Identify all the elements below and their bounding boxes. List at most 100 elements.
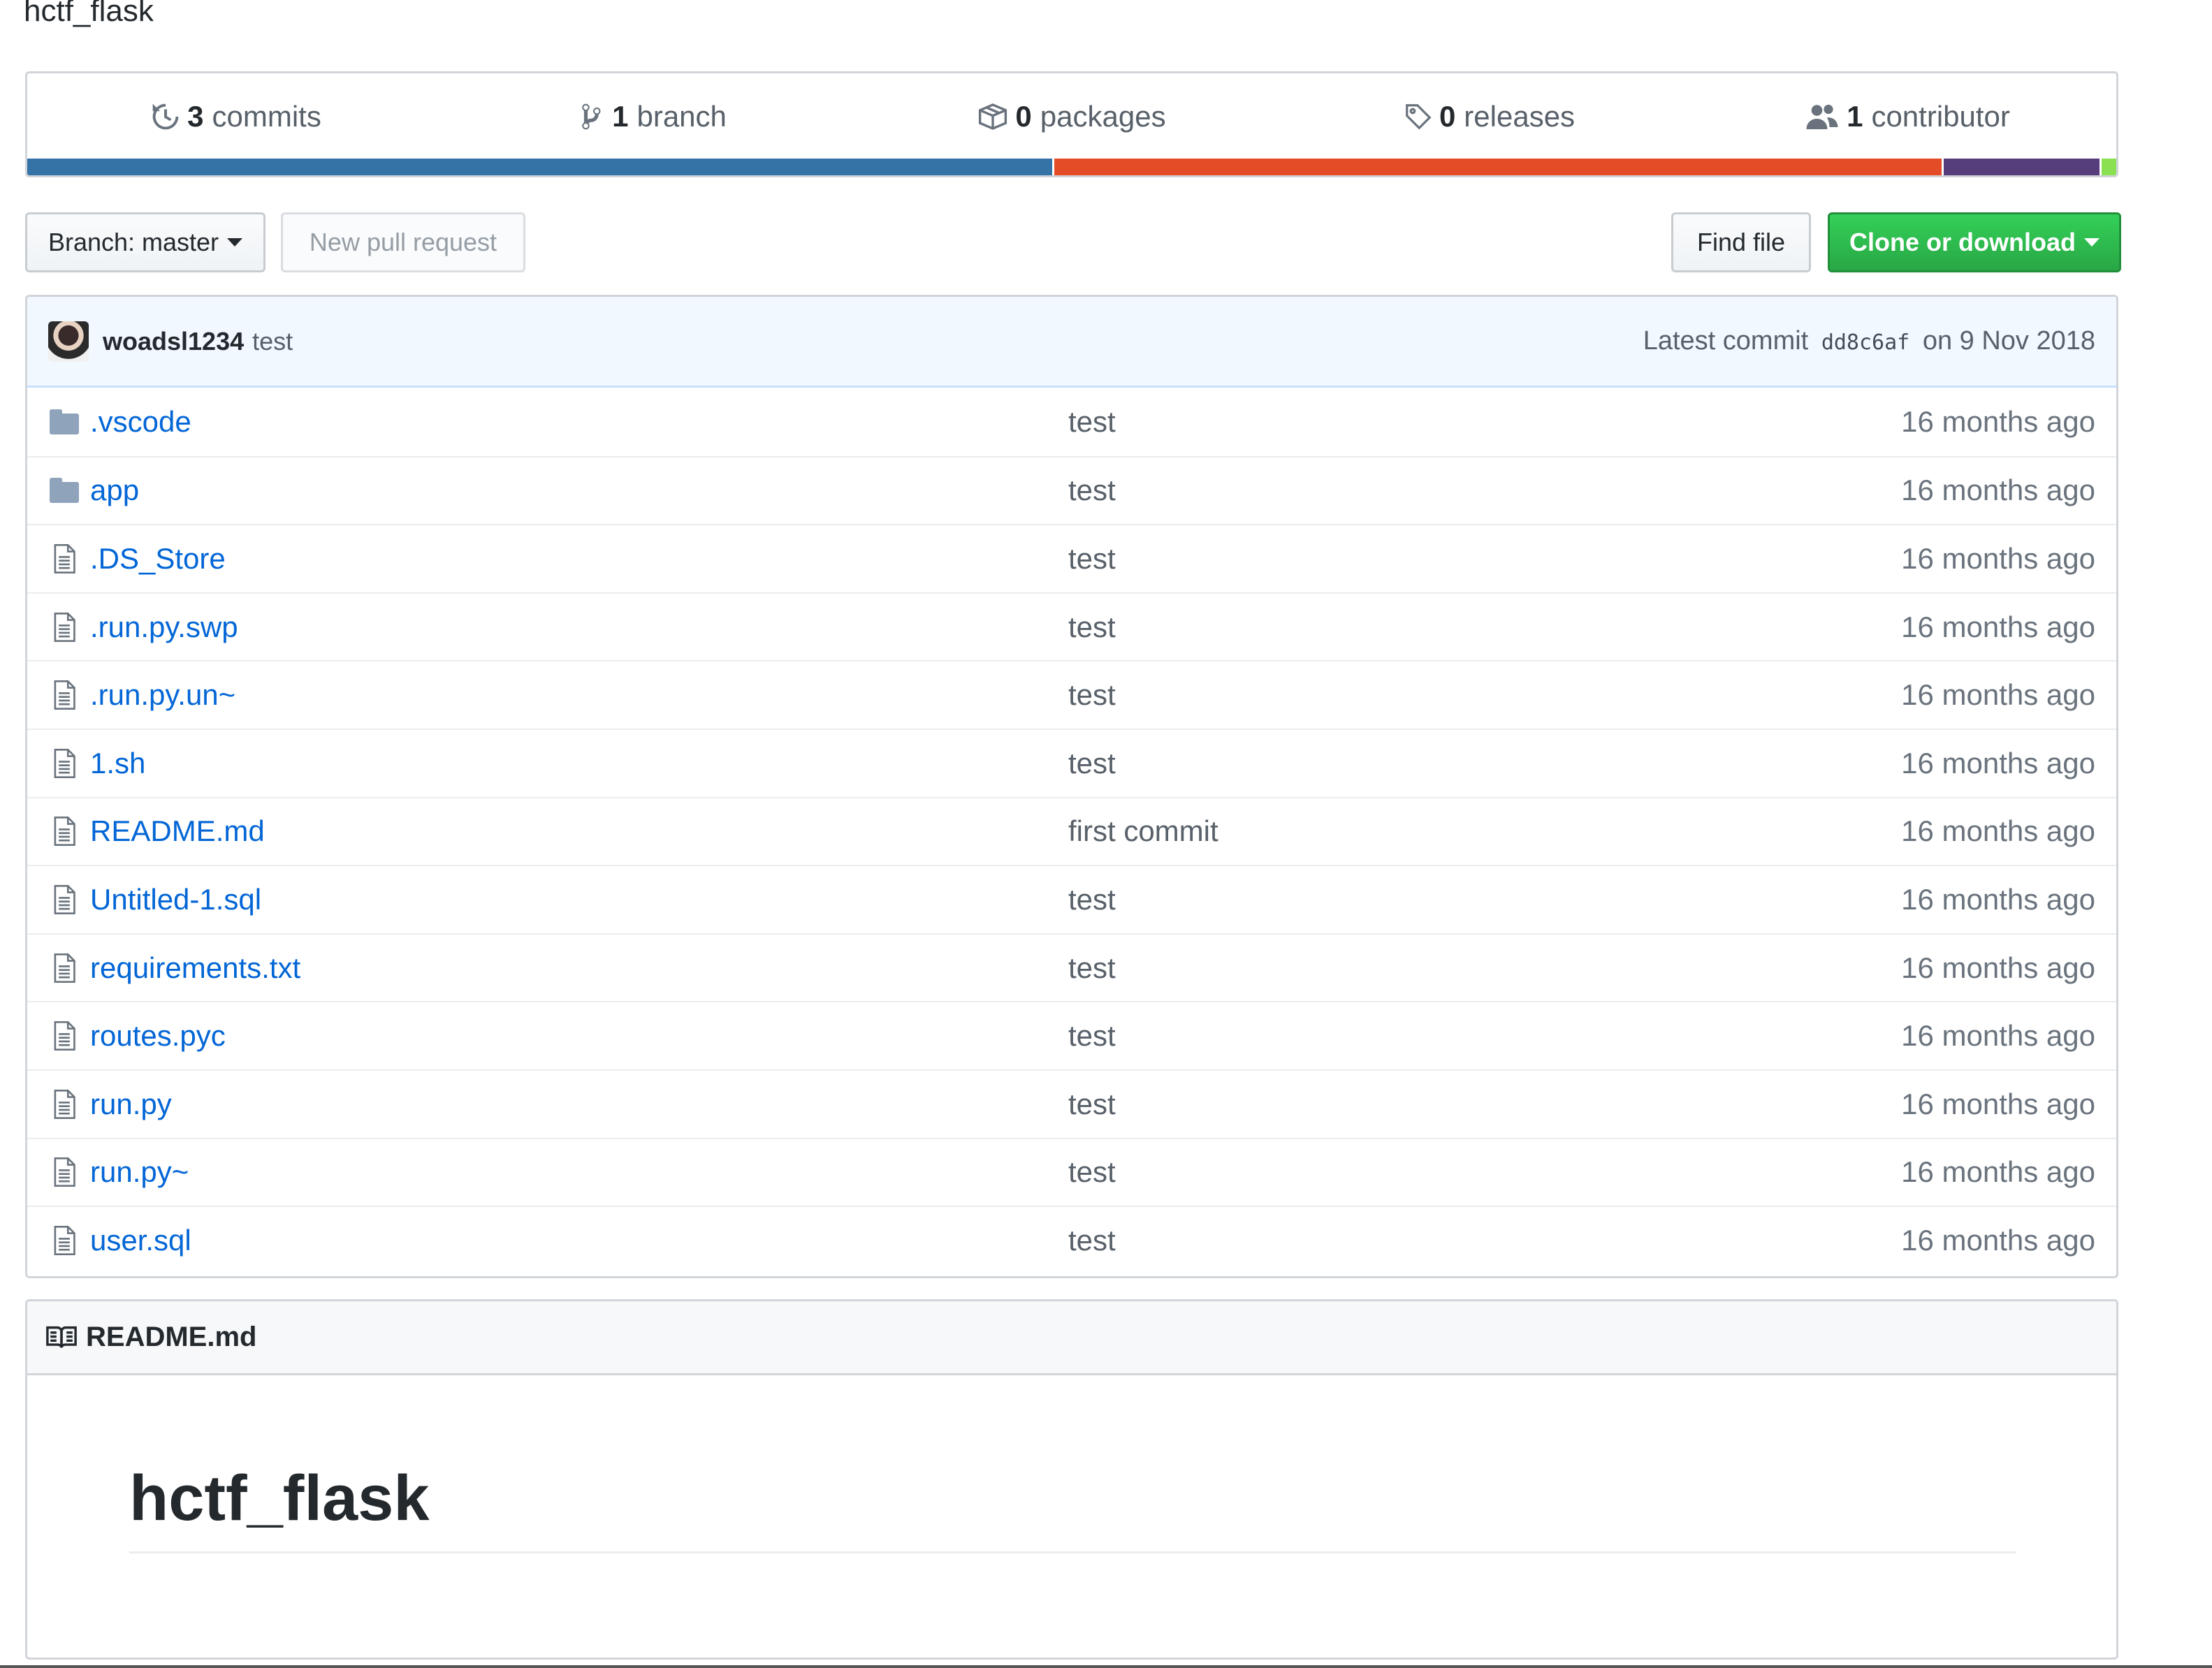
avatar[interactable] [48,321,89,362]
table-row: .vscode test 16 months ago [27,388,2116,456]
readme-heading: hctf_flask [129,1456,2016,1553]
clone-download-label: Clone or download [1849,228,2076,256]
repo-summary: 3 commits 1 branch 0 packages 0 releases [25,71,2118,177]
file-commit-message-link[interactable]: test [1068,678,1901,712]
package-icon [977,102,1008,131]
latest-commit-bar: woadsl1234 test Latest commit dd8c6af on… [27,297,2116,388]
file-commit-age: 16 months ago [1901,814,2095,848]
commit-date: on 9 Nov 2018 [1922,326,2095,356]
branches-label: branch [636,100,727,133]
commit-sha-link[interactable]: dd8c6af [1821,330,1909,355]
latest-commit-prefix: Latest commit [1643,326,1809,356]
new-pull-request-button[interactable]: New pull request [281,212,525,272]
git-branch-icon [581,102,605,131]
branch-select-button[interactable]: Branch: master [25,212,265,272]
people-icon [1805,102,1840,131]
file-commit-age: 16 months ago [1901,1087,2095,1120]
caret-down-icon [2083,238,2100,247]
readme-header: README.md [27,1301,2116,1375]
table-row: Untitled-1.sql test 16 months ago [27,865,2116,933]
latest-commit-info: Latest commit dd8c6af on 9 Nov 2018 [1643,326,2095,356]
file-commit-message-link[interactable]: test [1068,883,1901,916]
contributors-link[interactable]: 1 contributor [1698,100,2116,133]
file-icon [48,1225,80,1255]
file-name-link[interactable]: .vscode [90,405,1068,439]
folder-icon [48,409,80,434]
table-row: app test 16 months ago [27,455,2116,525]
file-name-link[interactable]: run.py [90,1088,1068,1121]
commits-label: commits [212,100,321,133]
file-commit-message-link[interactable]: test [1068,405,1901,439]
packages-link[interactable]: 0 packages [863,100,1281,133]
file-commit-message-link[interactable]: test [1068,1224,1901,1257]
file-name-link[interactable]: routes.pyc [90,1019,1068,1053]
table-row: 1.sh test 16 months ago [27,728,2116,797]
packages-count: 0 [1015,100,1032,133]
file-commit-message-link[interactable]: test [1068,747,1901,780]
find-file-button[interactable]: Find file [1671,212,1811,272]
branches-link[interactable]: 1 branch [445,100,863,133]
file-icon [48,884,80,914]
file-commit-age: 16 months ago [1901,746,2095,780]
file-icon [48,748,80,778]
file-commit-age: 16 months ago [1901,678,2095,712]
file-commit-message-link[interactable]: test [1068,610,1901,644]
file-name-link[interactable]: app [90,474,1068,507]
language-bar-segment[interactable] [1054,159,1944,175]
file-icon [48,680,80,710]
file-commit-message-link[interactable]: first commit [1068,814,1901,848]
caret-down-icon [227,238,243,247]
file-icon [48,817,80,847]
language-bar-segment[interactable] [2102,159,2116,175]
file-commit-message-link[interactable]: test [1068,951,1901,985]
releases-link[interactable]: 0 releases [1281,100,1698,133]
releases-count: 0 [1439,100,1456,133]
file-commit-age: 16 months ago [1901,541,2095,575]
file-name-link[interactable]: .run.py.swp [90,610,1068,644]
language-bar[interactable] [27,159,2116,175]
file-name-link[interactable]: .DS_Store [90,542,1068,576]
file-icon [48,1089,80,1119]
table-row: requirements.txt test 16 months ago [27,932,2116,1002]
file-commit-message-link[interactable]: test [1068,474,1901,507]
file-name-link[interactable]: README.md [90,814,1068,848]
commits-count: 3 [187,100,204,133]
file-commit-age: 16 months ago [1901,610,2095,643]
file-list: .vscode test 16 months ago app test 16 months… [27,388,2116,1274]
file-commit-message-link[interactable]: test [1068,1155,1901,1189]
table-row: run.py test 16 months ago [27,1069,2116,1138]
file-commit-age: 16 months ago [1901,951,2095,984]
file-icon [48,1157,80,1187]
table-row: run.py~ test 16 months ago [27,1137,2116,1206]
file-name-link[interactable]: user.sql [90,1224,1068,1257]
table-row: .run.py.un~ test 16 months ago [27,660,2116,729]
commit-message-link[interactable]: test [252,327,293,356]
language-bar-segment[interactable] [27,159,1054,175]
table-row: .DS_Store test 16 months ago [27,524,2116,592]
file-commit-age: 16 months ago [1901,1019,2095,1053]
file-name-link[interactable]: 1.sh [90,747,1068,780]
contributors-label: contributor [1871,100,2010,133]
file-commit-message-link[interactable]: test [1068,1088,1901,1121]
clone-download-button[interactable]: Clone or download [1828,212,2121,272]
file-commit-message-link[interactable]: test [1068,542,1901,576]
file-commit-message-link[interactable]: test [1068,1019,1901,1053]
file-name-link[interactable]: .run.py.un~ [90,678,1068,712]
repo-description: hctf_flask [24,0,154,28]
branch-select-label: Branch: master [48,228,219,256]
file-name-link[interactable]: run.py~ [90,1155,1068,1189]
commit-author-link[interactable]: woadsl1234 [103,327,244,356]
file-commit-age: 16 months ago [1901,882,2095,916]
contributors-count: 1 [1847,100,1863,133]
file-name-link[interactable]: Untitled-1.sql [90,883,1068,916]
commits-link[interactable]: 3 commits [27,100,445,133]
table-row: routes.pyc test 16 months ago [27,1001,2116,1069]
file-name-link[interactable]: requirements.txt [90,951,1068,985]
file-icon [48,1021,80,1051]
window-bottom-edge [0,1665,2212,1668]
file-icon [48,953,80,983]
language-bar-segment[interactable] [1943,159,2102,175]
tag-icon [1404,102,1432,131]
file-icon [48,612,80,642]
readme-box: README.md hctf_flask [25,1299,2118,1660]
